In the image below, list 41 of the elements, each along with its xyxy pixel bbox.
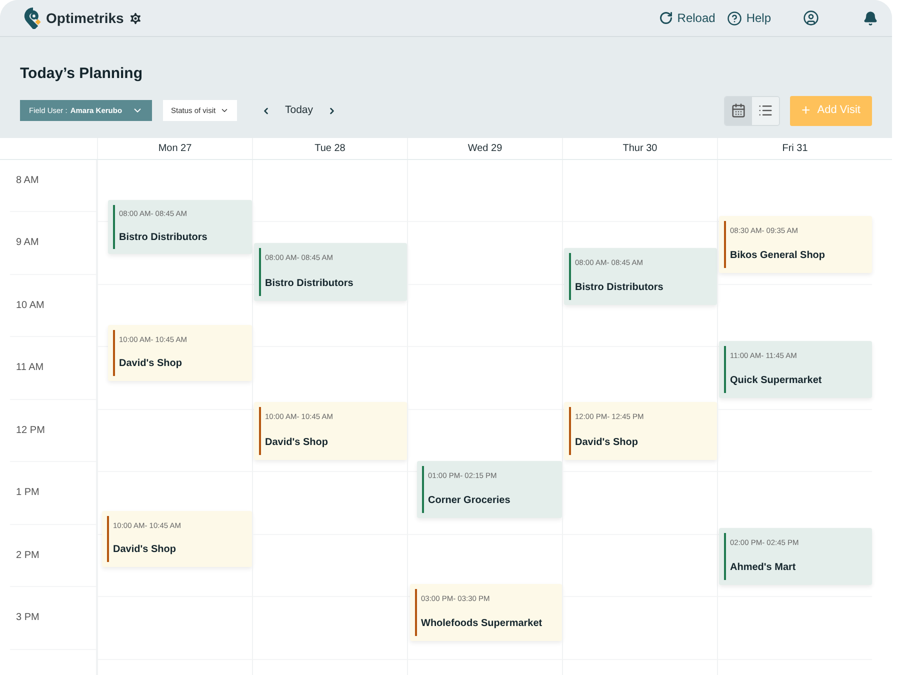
account-button[interactable] <box>803 10 819 26</box>
visit-name: Ahmed's Mart <box>730 560 797 575</box>
visit-name: Bikos General Shop <box>730 248 826 263</box>
visit-name: Bistro Distributors <box>119 230 208 245</box>
hour-label: 12 PM <box>16 424 45 438</box>
day-header: Wed 29 <box>407 138 562 158</box>
settings-icon[interactable] <box>128 10 143 26</box>
visit-name: David's Shop <box>119 357 183 372</box>
app-name: Optimetriks <box>46 8 124 28</box>
hour-label: 9 AM <box>16 236 39 250</box>
hour-label: 3 PM <box>16 611 40 626</box>
hour-label: 8 AM <box>16 174 39 188</box>
date-label: Today <box>285 102 314 118</box>
visit-name: Corner Groceries <box>428 494 510 508</box>
notifications-button[interactable] <box>863 10 878 26</box>
list-view-button[interactable] <box>752 96 779 124</box>
hour-label: 11 AM <box>16 361 44 376</box>
visit-name: Bistro Distributors <box>265 276 354 291</box>
hour-label: 1 PM <box>16 486 40 500</box>
day-header: Tue 28 <box>252 138 407 158</box>
visit-name: David's Shop <box>113 543 177 558</box>
previous-button[interactable] <box>261 106 271 116</box>
day-header: Fri 31 <box>717 138 872 158</box>
help-icon <box>727 10 742 26</box>
day-header: Thur 30 <box>562 138 717 158</box>
hour-label: 2 PM <box>16 548 40 563</box>
chevron-down-icon <box>220 106 229 115</box>
visit-name: David's Shop <box>575 436 639 450</box>
visit-name: Bistro Distributors <box>575 280 664 295</box>
list-icon <box>758 103 773 118</box>
reload-icon <box>659 11 674 25</box>
reload-button[interactable]: Reload <box>659 9 716 27</box>
day-header: Mon 27 <box>97 138 252 158</box>
calendar-view-button[interactable] <box>725 96 752 124</box>
help-button[interactable]: Help <box>727 9 771 27</box>
visit-name: Wholefoods Supermarket <box>421 616 542 631</box>
visit-name: Quick Supermarket <box>730 374 822 388</box>
visit-name: David's Shop <box>265 436 329 450</box>
hour-label: 10 AM <box>16 298 44 313</box>
calendar-icon <box>731 103 746 118</box>
page-title: Today’s Planning <box>20 64 144 84</box>
